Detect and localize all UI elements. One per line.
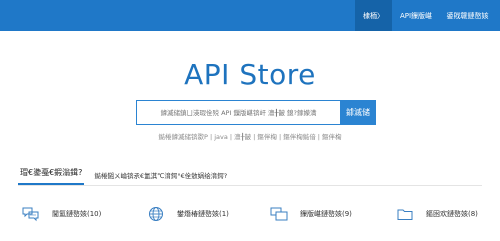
category-tabs: 瑁€鍌戞€鍜滃鍓? 鐑棬鎺ㄨ崘锛氶€氳淇℃湇鍔°€佺敓娲绘湇鍔? [18, 165, 229, 185]
category-item[interactable]: 閫氳鏈嶅姟(10) [22, 205, 101, 223]
chat-bubbles-icon [22, 205, 40, 223]
category-item[interactable]: 鐢熸椿鏈嶅姟(1) [147, 205, 229, 223]
category-label: 閫氳鏈嶅姟(10) [52, 210, 102, 218]
globe-icon [147, 205, 165, 223]
category-label: 鏁版嵁鏈嶅姟(9) [300, 210, 352, 218]
category-item[interactable]: 鏁版嵁鏈嶅姟(9) [270, 205, 352, 223]
nav-publish-service[interactable]: 鍙戝竷鏈嶅姟 [440, 0, 495, 31]
nav-home[interactable]: 棣栭〉 [355, 0, 392, 31]
nav-api-data[interactable]: API鏁版嵁 [394, 0, 438, 31]
tab-divider [18, 185, 482, 186]
chat-boxes-icon [270, 205, 288, 223]
category-label: 鏂囦欢鏈嶅姟(8) [426, 210, 478, 218]
category-label: 鐢熸椿鏈嶅姟(1) [177, 210, 229, 218]
category-item[interactable]: 鏂囦欢鏈嶅姟(8) [396, 205, 478, 223]
top-nav-bar: 棣栭〉 API鏁版嵁 鍙戝竷鏈嶅姟 [0, 0, 500, 31]
hot-search-words[interactable]: 鐑棬鎼滅储锛欼P | java | 澶╂皵 | 鏂伴椈 | 鏂伴椈鐑偣 | 鏂伴… [0, 131, 500, 141]
folder-icon [396, 205, 414, 223]
search-bar: 鎼滅储 [136, 100, 376, 125]
search-button[interactable]: 鎼滅储 [340, 100, 376, 125]
api-store-logo: API Store [184, 58, 316, 91]
tab-all-categories[interactable]: 瑁€鍌戞€鍜滃鍓? [18, 167, 85, 185]
tab-recommended[interactable]: 鐑棬鎺ㄨ崘锛氶€氳淇℃湇鍔°€佺敓娲绘湇鍔? [92, 170, 229, 185]
search-input[interactable] [136, 100, 340, 125]
